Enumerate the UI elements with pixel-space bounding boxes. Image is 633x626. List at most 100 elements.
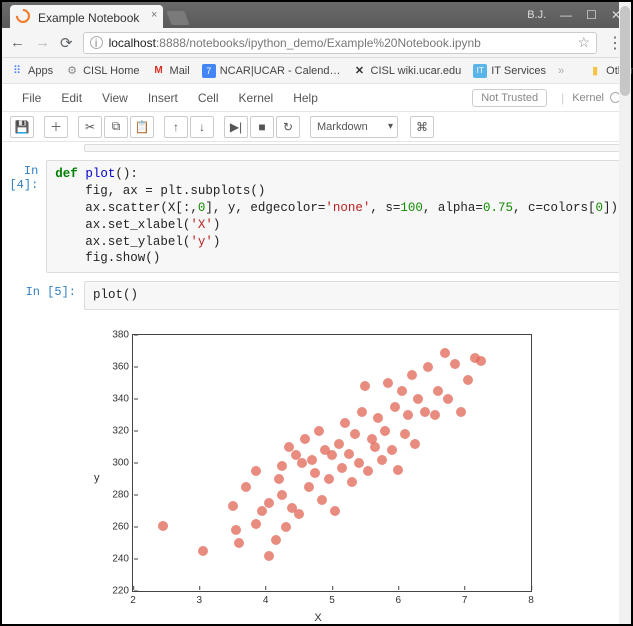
- output-prompt: [6, 318, 84, 624]
- data-point: [307, 455, 317, 465]
- y-tick: 280: [112, 490, 133, 501]
- data-point: [344, 449, 354, 459]
- bookmark-apps[interactable]: ⠿Apps: [10, 64, 53, 78]
- reload-icon[interactable]: ⟳: [60, 34, 73, 52]
- move-down-button[interactable]: ↓: [190, 116, 214, 138]
- url-host: localhost: [109, 36, 156, 50]
- menu-view[interactable]: View: [92, 91, 138, 105]
- code-input[interactable]: plot(): [84, 281, 627, 310]
- data-point: [257, 506, 267, 516]
- menu-help[interactable]: Help: [283, 91, 328, 105]
- gmail-icon: M: [152, 64, 166, 78]
- data-point: [334, 439, 344, 449]
- command-palette-button[interactable]: ⌘: [410, 116, 434, 138]
- data-point: [400, 429, 410, 439]
- x-tick: 2: [130, 591, 136, 606]
- data-point: [324, 474, 334, 484]
- menu-file[interactable]: File: [12, 91, 51, 105]
- x-axis-label: X: [314, 612, 321, 624]
- menu-kernel[interactable]: Kernel: [229, 91, 284, 105]
- data-point: [380, 426, 390, 436]
- data-point: [310, 468, 320, 478]
- x-tick: 4: [263, 591, 269, 606]
- gear-icon: ⚙: [65, 64, 79, 78]
- bookmark-mail[interactable]: MMail: [152, 64, 190, 78]
- kernel-indicator: Kernel: [572, 92, 621, 104]
- y-tick: 260: [112, 522, 133, 533]
- data-point: [357, 407, 367, 417]
- move-up-button[interactable]: ↑: [164, 116, 188, 138]
- bookmark-star-icon[interactable]: ☆: [577, 34, 590, 51]
- cell-prompt: In [4]:: [6, 160, 46, 273]
- data-point: [277, 461, 287, 471]
- browser-tab[interactable]: Example Notebook ×: [10, 5, 163, 28]
- save-button[interactable]: 💾: [10, 116, 34, 138]
- back-icon[interactable]: ←: [10, 34, 25, 51]
- browser-titlebar: Example Notebook × B.J. — ☐ ✕: [2, 2, 631, 28]
- data-point: [363, 466, 373, 476]
- data-point: [413, 394, 423, 404]
- notebook-body[interactable]: In [4]: def plot(): fig, ax = plt.subplo…: [2, 142, 631, 624]
- bookmark-it[interactable]: ITIT Services: [473, 64, 546, 78]
- run-button[interactable]: ▶|: [224, 116, 248, 138]
- bookmark-overflow[interactable]: »: [558, 65, 564, 77]
- data-point: [231, 525, 241, 535]
- data-point: [450, 359, 460, 369]
- data-point: [383, 378, 393, 388]
- bookmark-wiki[interactable]: ✕CISL wiki.ucar.edu: [353, 64, 462, 78]
- site-info-icon[interactable]: i: [90, 36, 103, 49]
- data-point: [443, 394, 453, 404]
- data-point: [304, 482, 314, 492]
- copy-button[interactable]: ⧉: [104, 116, 128, 138]
- data-point: [476, 356, 486, 366]
- paste-button[interactable]: 📋: [130, 116, 154, 138]
- folder-icon: ▮: [588, 64, 602, 78]
- restart-button[interactable]: ↻: [276, 116, 300, 138]
- data-point: [277, 490, 287, 500]
- data-point: [281, 522, 291, 532]
- bookmark-cisl-home[interactable]: ⚙CISL Home: [65, 64, 139, 78]
- maximize-icon[interactable]: ☐: [586, 8, 597, 22]
- plot-area: 2202402602803003203403603802345678: [132, 334, 532, 592]
- data-point: [373, 413, 383, 423]
- menu-edit[interactable]: Edit: [51, 91, 92, 105]
- bookmark-ncar[interactable]: 7NCAR|UCAR - Calend…: [202, 64, 341, 78]
- code-input[interactable]: def plot(): fig, ax = plt.subplots() ax.…: [46, 160, 627, 273]
- data-point: [251, 466, 261, 476]
- tab-close-icon[interactable]: ×: [151, 9, 157, 21]
- menu-cell[interactable]: Cell: [188, 91, 229, 105]
- y-tick: 340: [112, 394, 133, 405]
- interrupt-button[interactable]: ■: [250, 116, 274, 138]
- data-point: [430, 410, 440, 420]
- x-tick: 5: [329, 591, 335, 606]
- data-point: [297, 458, 307, 468]
- url-field[interactable]: i localhost:8888/notebooks/ipython_demo/…: [83, 32, 597, 54]
- y-tick: 300: [112, 458, 133, 469]
- minimize-icon[interactable]: —: [560, 8, 572, 22]
- code-input[interactable]: [84, 144, 627, 152]
- user-badge[interactable]: B.J.: [527, 9, 546, 21]
- data-point: [234, 538, 244, 548]
- browser-urlbar: ← → ⟳ i localhost:8888/notebooks/ipython…: [2, 28, 631, 58]
- not-trusted-button[interactable]: Not Trusted: [472, 89, 547, 107]
- x-tick: 8: [528, 591, 534, 606]
- data-point: [360, 381, 370, 391]
- jupyter-toolbar: 💾 ＋ ✂ ⧉ 📋 ↑ ↓ ▶| ■ ↻ Markdown: [2, 112, 631, 142]
- data-point: [274, 474, 284, 484]
- data-point: [456, 407, 466, 417]
- data-point: [347, 477, 357, 487]
- new-tab-button[interactable]: [167, 11, 190, 25]
- cell-output: 2202402602803003203403603802345678 y X: [84, 318, 627, 624]
- data-point: [158, 521, 168, 531]
- cut-button[interactable]: ✂: [78, 116, 102, 138]
- data-point: [271, 535, 281, 545]
- wiki-icon: ✕: [353, 64, 367, 78]
- cell-type-select[interactable]: Markdown: [310, 116, 398, 138]
- cell-prompt: In [5]:: [6, 281, 84, 310]
- data-point: [327, 450, 337, 460]
- add-cell-button[interactable]: ＋: [44, 116, 68, 138]
- forward-icon[interactable]: →: [35, 34, 50, 51]
- data-point: [314, 426, 324, 436]
- menu-insert[interactable]: Insert: [138, 91, 188, 105]
- scrollbar[interactable]: [619, 142, 631, 624]
